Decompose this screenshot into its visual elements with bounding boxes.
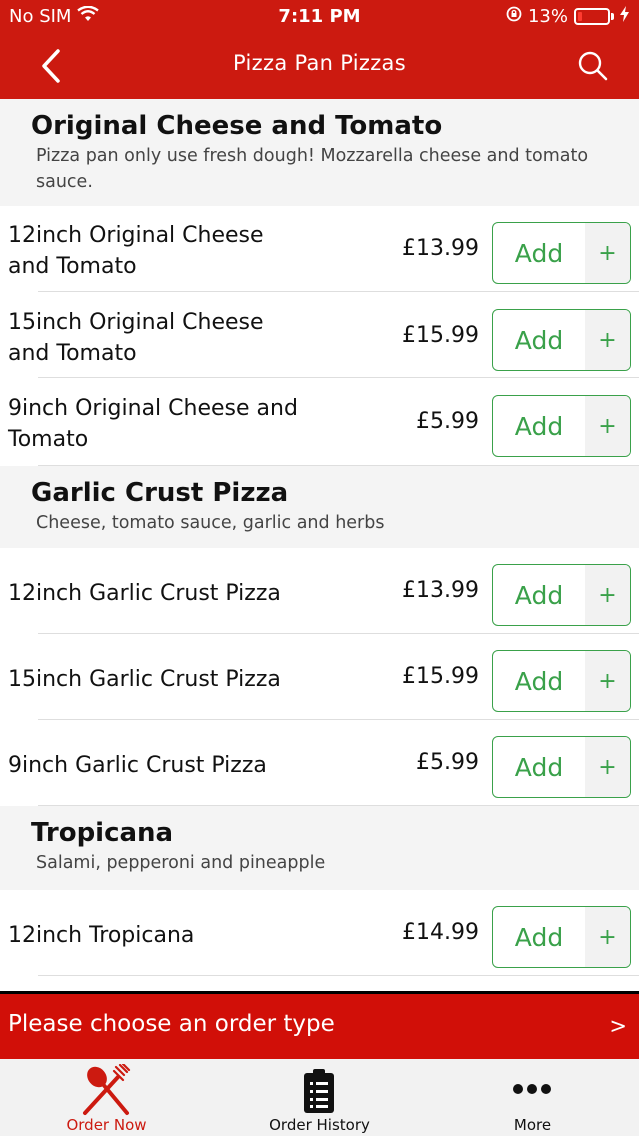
navbar: Pizza Pan Pizzas (0, 34, 639, 99)
search-button[interactable] (575, 48, 611, 84)
item-name: 9inch Garlic Crust Pizza (8, 753, 267, 778)
item-price: £15.99 (402, 664, 479, 689)
tab-more[interactable]: More (426, 1059, 639, 1136)
section-description: Pizza pan only use fresh dough! Mozzarel… (36, 146, 589, 192)
add-button[interactable]: Add + (492, 650, 631, 712)
tab-order-history[interactable]: Order History (213, 1059, 426, 1136)
item-price: £13.99 (402, 578, 479, 603)
page-title: Pizza Pan Pizzas (233, 51, 406, 75)
divider (38, 805, 639, 806)
more-dots-icon (513, 1084, 551, 1094)
charging-icon (620, 6, 629, 27)
battery-cap (611, 13, 614, 20)
add-label: Add (514, 752, 564, 782)
menu-item: 12inch Tropicana £14.99 Add + (0, 890, 639, 976)
add-button[interactable]: Add + (492, 736, 631, 798)
item-name: 12inch Original Cheese and Tomato (8, 223, 264, 279)
section-title: Garlic Crust Pizza (31, 478, 289, 508)
item-name: 15inch Garlic Crust Pizza (8, 667, 281, 692)
chevron-right-icon: > (609, 1014, 627, 1038)
add-label: Add (514, 325, 564, 355)
divider (38, 975, 639, 976)
item-name: 9inch Original Cheese and Tomato (8, 396, 298, 452)
clipboard-list-icon (304, 1069, 334, 1113)
item-name: 15inch Original Cheese and Tomato (8, 310, 264, 366)
battery-percent: 13% (527, 6, 568, 27)
add-button[interactable]: Add + (492, 222, 631, 284)
tab-label: Order History (269, 1116, 370, 1134)
fork-knife-icon (83, 1064, 131, 1115)
section-description: Cheese, tomato sauce, garlic and herbs (36, 513, 385, 533)
battery-icon (574, 8, 610, 25)
add-label: Add (514, 238, 564, 268)
menu-item: 15inch Garlic Crust Pizza £15.99 Add + (0, 634, 639, 720)
plus-icon: + (585, 310, 630, 370)
plus-icon: + (585, 396, 630, 456)
divider (38, 465, 639, 466)
tab-bar: Order Now Order History More (0, 1059, 639, 1136)
order-type-banner[interactable]: Please choose an order type > (0, 991, 639, 1059)
menu-item: 9inch Original Cheese and Tomato £5.99 A… (0, 378, 639, 466)
add-button[interactable]: Add + (492, 395, 631, 457)
orientation-lock-icon (506, 6, 522, 27)
item-price: £5.99 (416, 409, 479, 434)
section-header: Original Cheese and Tomato Pizza pan onl… (0, 99, 639, 206)
add-button[interactable]: Add + (492, 564, 631, 626)
plus-icon: + (585, 565, 630, 625)
tab-label: More (513, 1116, 552, 1134)
item-price: £14.99 (402, 920, 479, 945)
plus-icon: + (585, 223, 630, 283)
item-name: 12inch Garlic Crust Pizza (8, 581, 281, 606)
add-button[interactable]: Add + (492, 309, 631, 371)
item-price: £15.99 (402, 323, 479, 348)
section-header: Garlic Crust Pizza Cheese, tomato sauce,… (0, 466, 639, 548)
section-title: Tropicana (31, 818, 174, 848)
status-right: 13% (506, 6, 629, 27)
plus-icon: + (585, 907, 630, 967)
item-name: 12inch Tropicana (8, 923, 195, 948)
item-price: £5.99 (416, 750, 479, 775)
item-price: £13.99 (402, 236, 479, 261)
section-header: Tropicana Salami, pepperoni and pineappl… (0, 806, 639, 890)
search-icon (578, 51, 608, 81)
tab-label: Order Now (66, 1116, 147, 1134)
status-bar: No SIM 7:11 PM 13% (0, 0, 639, 34)
section-title: Original Cheese and Tomato (31, 111, 443, 141)
add-button[interactable]: Add + (492, 906, 631, 968)
tab-order-now[interactable]: Order Now (0, 1059, 213, 1136)
add-label: Add (514, 411, 564, 441)
order-type-label: Please choose an order type (8, 1011, 335, 1037)
add-label: Add (514, 580, 564, 610)
add-label: Add (514, 922, 564, 952)
menu-item: 12inch Original Cheese and Tomato £13.99… (0, 206, 639, 292)
add-label: Add (514, 666, 564, 696)
menu-item: 9inch Garlic Crust Pizza £5.99 Add + (0, 720, 639, 806)
plus-icon: + (585, 651, 630, 711)
plus-icon: + (585, 737, 630, 797)
menu-item: 12inch Garlic Crust Pizza £13.99 Add + (0, 548, 639, 634)
section-description: Salami, pepperoni and pineapple (36, 853, 326, 873)
menu-list[interactable]: Original Cheese and Tomato Pizza pan onl… (0, 99, 639, 991)
app-header: No SIM 7:11 PM 13% Pizza Pan Pizzas (0, 0, 639, 99)
menu-item: 15inch Original Cheese and Tomato £15.99… (0, 292, 639, 378)
